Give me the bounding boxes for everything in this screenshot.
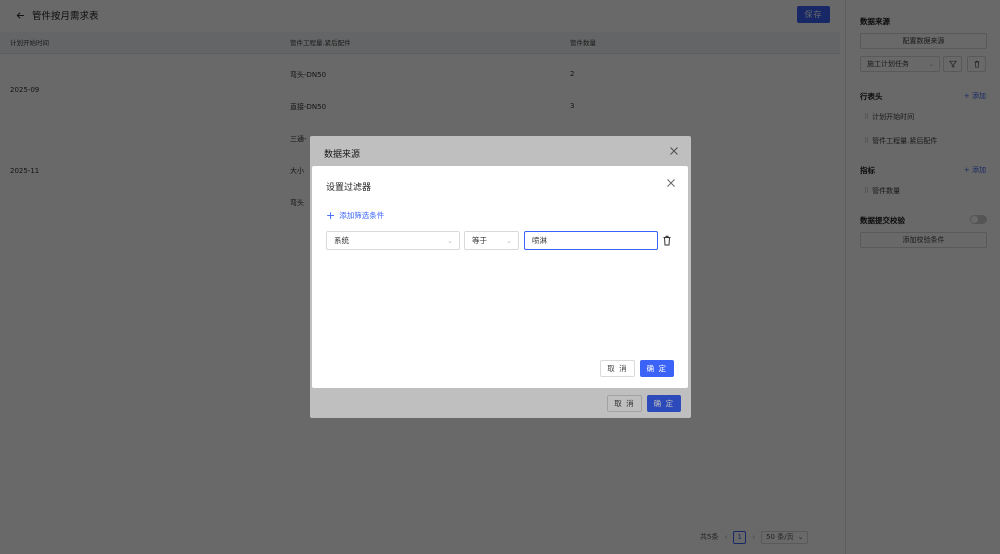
- filter-operator-select[interactable]: 等于 ⌄: [464, 231, 519, 250]
- add-filter-condition-button[interactable]: + 添加筛选条件: [326, 210, 384, 221]
- plus-icon: +: [326, 209, 336, 222]
- close-icon[interactable]: [666, 178, 676, 188]
- chevron-down-icon: ⌄: [447, 236, 453, 245]
- confirm-button[interactable]: 确 定: [639, 360, 674, 377]
- filter-modal: 设置过滤器 + 添加筛选条件 系统 ⌄ 等于 ⌄ 喷淋 取 消 确 定: [312, 166, 688, 388]
- chevron-down-icon: ⌄: [506, 236, 512, 245]
- add-filter-label: 添加筛选条件: [339, 211, 385, 220]
- filter-value-text: 喷淋: [532, 236, 547, 245]
- filter-field-select[interactable]: 系统 ⌄: [326, 231, 460, 250]
- filter-value-input[interactable]: 喷淋: [524, 231, 658, 250]
- filter-operator-value: 等于: [472, 236, 487, 245]
- cancel-button[interactable]: 取 消: [600, 360, 635, 377]
- trash-icon[interactable]: [662, 235, 672, 246]
- modal-title: 设置过滤器: [326, 183, 372, 193]
- filter-field-value: 系统: [334, 236, 349, 245]
